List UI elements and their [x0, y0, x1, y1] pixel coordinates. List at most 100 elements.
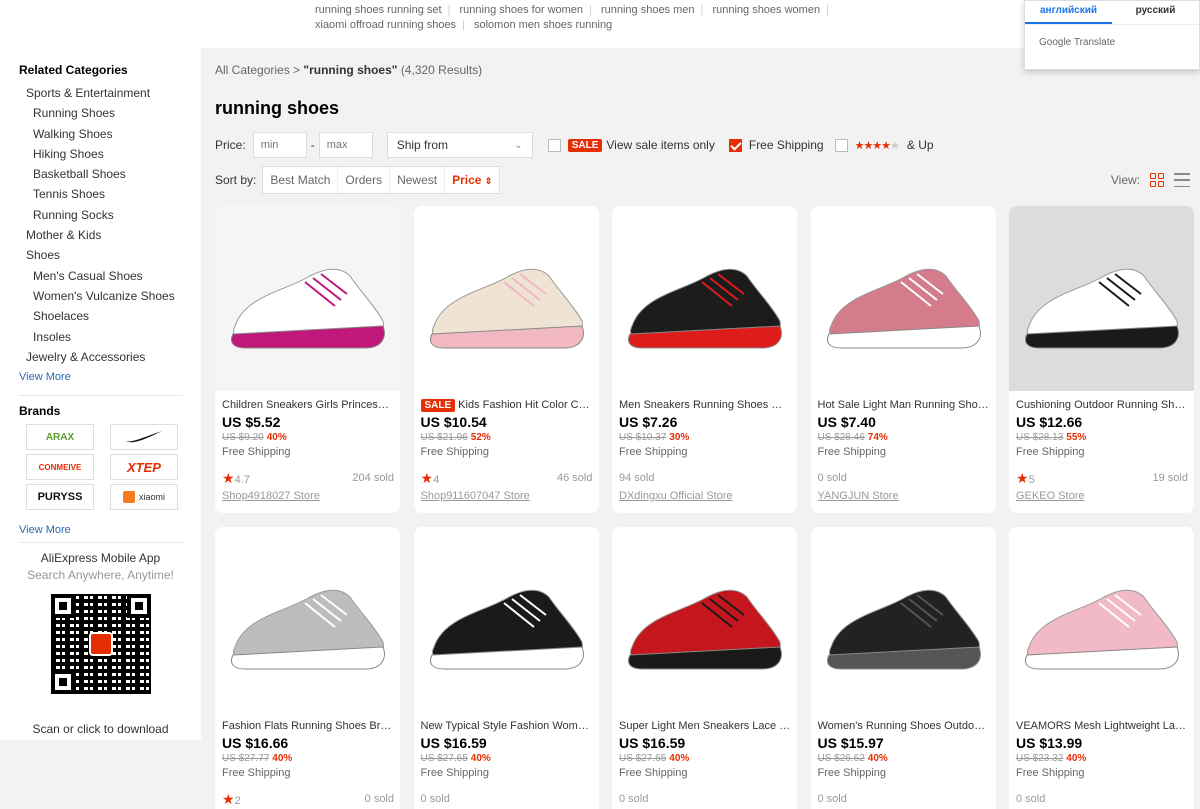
- product-title[interactable]: Children Sneakers Girls Princess B...: [222, 398, 394, 412]
- product-image[interactable]: [215, 206, 400, 391]
- product-title[interactable]: VEAMORS Mesh Lightweight Ladie...: [1016, 719, 1188, 733]
- product-title[interactable]: Cushioning Outdoor Running Shoe...: [1016, 398, 1188, 412]
- brand-logo-puryss[interactable]: PURYSS: [26, 484, 94, 511]
- product-title[interactable]: Fashion Flats Running Shoes Breat...: [222, 719, 394, 733]
- brand-logo-xtep[interactable]: XTEP: [110, 454, 178, 481]
- related-search-link[interactable]: running shoes women: [712, 4, 820, 16]
- sort-newest[interactable]: Newest: [390, 167, 446, 193]
- price-min-input[interactable]: [252, 132, 307, 158]
- product-image[interactable]: [1009, 206, 1194, 391]
- category-item[interactable]: Shoelaces: [19, 306, 201, 326]
- product-card[interactable]: Fashion Flats Running Shoes Breat... US $…: [215, 527, 400, 809]
- category-item[interactable]: Jewelry & Accessories: [19, 347, 201, 367]
- product-meta: 0 sold: [1016, 793, 1188, 807]
- translate-tabs: английский русский: [1025, 1, 1199, 25]
- shipping-info: Free Shipping: [817, 767, 887, 779]
- list-view-icon[interactable]: [1174, 173, 1190, 187]
- category-item[interactable]: Shoes: [19, 245, 201, 265]
- category-item[interactable]: Insoles: [19, 327, 201, 347]
- product-card[interactable]: Super Light Men Sneakers Lace Up... US $1…: [612, 527, 797, 809]
- brand-logo-conmeive[interactable]: CONMEIVE: [26, 454, 94, 481]
- related-search-link[interactable]: xiaomi offroad running shoes: [315, 19, 456, 31]
- free-shipping-checkbox[interactable]: [728, 138, 742, 152]
- rating: ★4.7: [222, 471, 250, 486]
- product-card[interactable]: Children Sneakers Girls Princess B... US …: [215, 206, 400, 513]
- product-title[interactable]: Men Sneakers Running Shoes Wo...: [619, 398, 791, 412]
- related-search-link[interactable]: solomon men shoes running: [474, 19, 612, 31]
- sale-items-checkbox[interactable]: [547, 138, 561, 152]
- sort-price[interactable]: Price ⇕: [445, 167, 499, 193]
- product-image[interactable]: [1009, 527, 1194, 712]
- category-item[interactable]: Walking Shoes: [19, 124, 201, 144]
- rating-checkbox[interactable]: [834, 138, 848, 152]
- category-item[interactable]: Tennis Shoes: [19, 184, 201, 204]
- category-item[interactable]: Basketball Shoes: [19, 164, 201, 184]
- store-link[interactable]: DXdingxu Official Store: [619, 490, 791, 502]
- sort-best-match[interactable]: Best Match: [263, 167, 339, 193]
- category-item[interactable]: Sports & Entertainment: [19, 83, 201, 103]
- free-shipping-label[interactable]: Free Shipping: [749, 138, 824, 152]
- store-link[interactable]: GEKEO Store: [1016, 490, 1188, 502]
- product-card[interactable]: New Typical Style Fashion Women ... US $1…: [413, 527, 599, 809]
- product-info: SALE Kids Fashion Hit Color Chil... US $10…: [414, 391, 599, 502]
- category-item[interactable]: Men's Casual Shoes: [19, 266, 201, 286]
- shoe-illustration: [413, 206, 599, 391]
- category-item[interactable]: Mother & Kids: [19, 225, 201, 245]
- product-image[interactable]: [810, 206, 996, 391]
- product-card[interactable]: SALE Kids Fashion Hit Color Chil... US $10…: [413, 206, 599, 513]
- brand-logo-nike[interactable]: [110, 424, 178, 451]
- related-search-link[interactable]: running shoes men: [601, 4, 695, 16]
- category-item[interactable]: Women's Vulcanize Shoes: [19, 286, 201, 306]
- category-item[interactable]: Running Socks: [19, 205, 201, 225]
- qr-code-image[interactable]: [51, 594, 151, 695]
- product-title[interactable]: Hot Sale Light Man Running Shoes ...: [818, 398, 990, 412]
- product-image[interactable]: [612, 206, 797, 391]
- product-price: US $10.54: [420, 414, 487, 430]
- product-image[interactable]: [612, 527, 797, 712]
- brand-logo-arax[interactable]: ARAX: [26, 424, 94, 451]
- product-title[interactable]: Women's Running Shoes Outdoor ...: [818, 719, 990, 733]
- ship-from-select[interactable]: Ship from ⌄: [386, 132, 533, 158]
- brands-view-more-link[interactable]: View More: [19, 520, 201, 540]
- product-title[interactable]: SALE Kids Fashion Hit Color Chil...: [420, 398, 593, 412]
- filter-bar: Price: - Ship from ⌄ SALE View sale item…: [215, 131, 934, 159]
- product-image[interactable]: [215, 527, 400, 712]
- product-card[interactable]: VEAMORS Mesh Lightweight Ladie... US $13.…: [1009, 527, 1194, 809]
- breadcrumb-root-link[interactable]: All Categories: [215, 63, 290, 77]
- product-card[interactable]: Women's Running Shoes Outdoor ... US $15.…: [810, 527, 996, 809]
- grid-view-icon[interactable]: [1150, 173, 1164, 187]
- categories-view-more-link[interactable]: View More: [19, 367, 201, 387]
- category-item[interactable]: Hiking Shoes: [19, 144, 201, 164]
- product-meta: 0 sold: [421, 793, 593, 807]
- store-link[interactable]: Shop911607047 Store: [421, 490, 593, 502]
- product-title[interactable]: New Typical Style Fashion Women ...: [421, 719, 593, 733]
- product-info: New Typical Style Fashion Women ... US $1…: [414, 712, 599, 809]
- product-image[interactable]: [810, 527, 996, 712]
- shipping-info: Free Shipping: [420, 446, 490, 458]
- product-card[interactable]: Men Sneakers Running Shoes Wo... US $7.26…: [612, 206, 797, 513]
- related-search-link[interactable]: running shoes for women: [460, 4, 584, 16]
- sale-items-label[interactable]: View sale items only: [606, 138, 715, 152]
- brand-grid: ARAX CONMEIVE XTEP PURYSS XIAOMI: [19, 424, 201, 511]
- rating: ★4: [421, 471, 440, 486]
- product-card[interactable]: Hot Sale Light Man Running Shoes ... US $…: [810, 206, 996, 513]
- product-title[interactable]: Super Light Men Sneakers Lace Up...: [619, 719, 791, 733]
- original-price: US $23.32 40%: [1016, 753, 1188, 766]
- category-item[interactable]: Running Shoes: [19, 103, 201, 123]
- tab-russian[interactable]: русский: [1112, 1, 1199, 24]
- rating: 94 sold: [619, 472, 654, 486]
- price-max-input[interactable]: [318, 132, 373, 158]
- brand-logo-xiaomi[interactable]: XIAOMI: [110, 484, 178, 511]
- product-card[interactable]: Cushioning Outdoor Running Shoe... US $12…: [1009, 206, 1194, 513]
- product-info: Fashion Flats Running Shoes Breat... US $…: [215, 712, 400, 809]
- product-image[interactable]: [413, 206, 599, 391]
- tab-english[interactable]: английский: [1025, 1, 1112, 24]
- sort-orders[interactable]: Orders: [338, 167, 391, 193]
- store-link[interactable]: YANGJUN Store: [818, 490, 990, 502]
- store-link[interactable]: Shop4918027 Store: [222, 490, 394, 502]
- original-price: US $27.65 40%: [619, 753, 791, 766]
- scan-download-text[interactable]: Scan or click to download: [0, 722, 201, 736]
- related-search-link[interactable]: running shoes running set: [315, 4, 442, 16]
- product-image[interactable]: [413, 527, 599, 712]
- original-price-value: US $10.37: [619, 432, 667, 443]
